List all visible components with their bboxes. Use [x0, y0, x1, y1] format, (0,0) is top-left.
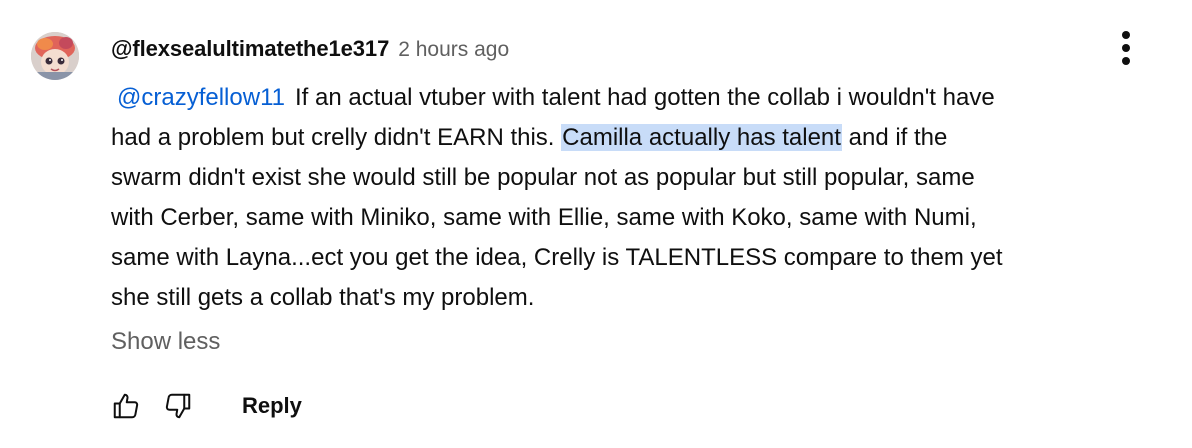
- comment-line: had a problem but crelly didn't EARN thi…: [111, 118, 1171, 158]
- selected-text: Camilla actually has talent: [561, 124, 842, 151]
- thumbs-up-icon: [113, 393, 139, 419]
- mention-link[interactable]: @crazyfellow11: [117, 84, 285, 111]
- menu-dot: [1122, 57, 1130, 65]
- comment-text: same with Layna...ect you get the idea, …: [111, 244, 1003, 271]
- more-vert-icon[interactable]: [1108, 26, 1144, 70]
- comment-thread: @flexsealultimatethe1e317 2 hours ago @c…: [0, 0, 1192, 448]
- comment-body: @crazyfellow11 If an actual vtuber with t…: [111, 78, 1171, 318]
- avatar-image: [31, 32, 79, 80]
- comment-line: @crazyfellow11 If an actual vtuber with t…: [111, 78, 1171, 118]
- author-name[interactable]: @flexsealultimatethe1e317: [111, 36, 389, 62]
- comment-timestamp[interactable]: 2 hours ago: [398, 38, 509, 62]
- comment-line: same with Layna...ect you get the idea, …: [111, 238, 1171, 278]
- menu-dot: [1122, 31, 1130, 39]
- comment-line: she still gets a collab that's my proble…: [111, 278, 1171, 318]
- comment-line: swarm didn't exist she would still be po…: [111, 158, 1171, 198]
- avatar[interactable]: [31, 32, 79, 80]
- comment-text: she still gets a collab that's my proble…: [111, 284, 535, 311]
- like-button[interactable]: [108, 388, 144, 424]
- comment-text: swarm didn't exist she would still be po…: [111, 164, 975, 191]
- comment-line: with Cerber, same with Miniko, same with…: [111, 198, 1171, 238]
- dislike-button[interactable]: [160, 388, 196, 424]
- comment-header: @flexsealultimatethe1e317 2 hours ago: [111, 36, 509, 64]
- thumbs-down-icon: [165, 393, 191, 419]
- reply-button[interactable]: Reply: [242, 393, 302, 419]
- comment-text: If an actual vtuber with talent had gott…: [294, 84, 995, 111]
- comment-text: and if the: [841, 124, 948, 151]
- comment-text: had a problem but crelly didn't EARN thi…: [111, 124, 562, 151]
- menu-dot: [1122, 44, 1130, 52]
- comment-actions: Reply: [108, 386, 302, 426]
- comment-text: with Cerber, same with Miniko, same with…: [111, 204, 977, 231]
- show-less-button[interactable]: Show less: [111, 328, 220, 356]
